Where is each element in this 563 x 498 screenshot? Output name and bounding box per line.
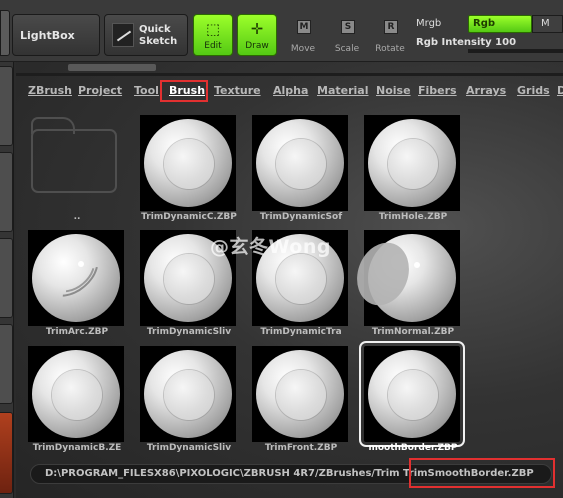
tile-label: TrimNormal.ZBP [371, 327, 455, 337]
brush-thumbnail [364, 115, 460, 211]
tab-project[interactable]: Project [78, 84, 122, 97]
brush-thumbnail [28, 230, 124, 326]
scale-icon: S [341, 20, 355, 34]
shelf-button-4[interactable] [0, 324, 13, 404]
edit-label: Edit [204, 41, 222, 51]
brush-tile[interactable]: TrimArc.ZBP [28, 230, 124, 337]
rotate-label: Rotate [375, 44, 405, 54]
brush-thumbnail [140, 115, 236, 211]
lightbox-tabs: ZBrush Project Tool Brush Texture Alpha … [16, 82, 563, 100]
tile-label: TrimDynamicSliv [146, 443, 232, 453]
folder-icon [31, 117, 117, 193]
draw-button[interactable]: ✛ Draw [237, 14, 277, 56]
panel-scrollbar-track[interactable] [16, 73, 563, 76]
tile-label: TrimDynamicSof [259, 212, 343, 222]
brush-thumbnail [28, 346, 124, 442]
brush-tile[interactable]: TrimDynamicB.ZE [28, 346, 124, 453]
tile-label: TrimFront.ZBP [264, 443, 338, 453]
brush-tile[interactable]: TrimDynamicSliv [140, 346, 236, 453]
tab-grids[interactable]: Grids [517, 84, 550, 97]
tab-material[interactable]: Material [317, 84, 368, 97]
tab-texture[interactable]: Texture [214, 84, 261, 97]
lightbox-button[interactable]: LightBox [12, 14, 100, 56]
panel-scrollbar-thumb[interactable] [68, 64, 156, 71]
shelf-button-1[interactable] [0, 66, 13, 146]
draw-icon: ✛ [250, 20, 264, 38]
tile-label: TrimDynamicSliv [146, 327, 232, 337]
tile-label: moothBorder.ZBP [368, 443, 458, 453]
left-shelf [0, 62, 14, 498]
filename-highlight [409, 458, 555, 488]
tile-label: TrimHole.ZBP [378, 212, 448, 222]
move-icon: M [297, 20, 311, 34]
draw-label: Draw [245, 41, 269, 51]
rotate-icon: R [384, 20, 398, 34]
tab-arrays[interactable]: Arrays [466, 84, 506, 97]
tab-tool[interactable]: Tool [134, 84, 159, 97]
tile-label: TrimDynamicB.ZE [32, 443, 122, 453]
move-label: Move [290, 44, 316, 54]
brush-tab-highlight [160, 80, 208, 102]
brush-thumbnail [252, 346, 348, 442]
brush-thumbnail [359, 341, 465, 447]
edit-icon: ⬚ [205, 20, 221, 38]
shelf-button-3[interactable] [0, 238, 13, 318]
lightbox-label: LightBox [20, 29, 75, 42]
brush-tile[interactable]: TrimDynamicSof [252, 115, 348, 222]
brush-tile[interactable]: TrimHole.ZBP [364, 115, 460, 222]
move-button[interactable]: M Move [283, 20, 323, 56]
brush-tile[interactable]: TrimNormal.ZBP [348, 230, 460, 337]
watermark: @玄冬Wong [210, 236, 331, 258]
brush-tile-selected[interactable]: moothBorder.ZBP [359, 341, 465, 453]
rgb-button[interactable]: Rgb [468, 15, 532, 33]
quick-sketch-label-2: Sketch [139, 36, 178, 47]
rgb-intensity-slider[interactable] [468, 49, 563, 53]
m-button[interactable]: M [532, 15, 563, 33]
pencil-icon [112, 23, 134, 47]
rotate-button[interactable]: R Rotate [370, 20, 410, 56]
tab-zbrush[interactable]: ZBrush [28, 84, 72, 97]
color-panel: Mrgb Rgb M Rgb Intensity 100 [410, 14, 563, 56]
brush-tile[interactable]: TrimFront.ZBP [252, 346, 348, 453]
tile-label: .. [73, 212, 81, 222]
scale-label: Scale [334, 44, 360, 54]
brush-thumbnail [348, 230, 460, 326]
shelf-button-color[interactable] [0, 412, 13, 494]
top-toolbar: LightBox Quick Sketch ⬚ Edit ✛ Draw M Mo… [0, 0, 563, 62]
tile-label: TrimDynamicC.ZBP [141, 212, 237, 222]
tile-label: TrimDynamicTra [260, 327, 342, 337]
scale-button[interactable]: S Scale [327, 20, 367, 56]
rgb-intensity-label: Rgb Intensity 100 [416, 37, 517, 48]
shelf-button-2[interactable] [0, 152, 13, 232]
tab-more[interactable]: D [557, 84, 563, 97]
tile-label: TrimArc.ZBP [45, 327, 109, 337]
edit-button[interactable]: ⬚ Edit [193, 14, 233, 56]
brush-thumbnail [252, 115, 348, 211]
tab-noise[interactable]: Noise [376, 84, 411, 97]
brush-tile[interactable]: TrimDynamicC.ZBP [140, 115, 237, 222]
brush-thumbnail [140, 346, 236, 442]
quick-sketch-label-1: Quick [139, 24, 171, 35]
tab-alpha[interactable]: Alpha [273, 84, 308, 97]
mrgb-button[interactable]: Mrgb [416, 18, 441, 29]
left-edge-button[interactable] [0, 10, 10, 56]
tab-fibers[interactable]: Fibers [418, 84, 457, 97]
quick-sketch-button[interactable]: Quick Sketch [104, 14, 188, 56]
lightbox-panel: ZBrush Project Tool Brush Texture Alpha … [16, 62, 563, 498]
folder-tile[interactable]: .. [28, 115, 124, 222]
